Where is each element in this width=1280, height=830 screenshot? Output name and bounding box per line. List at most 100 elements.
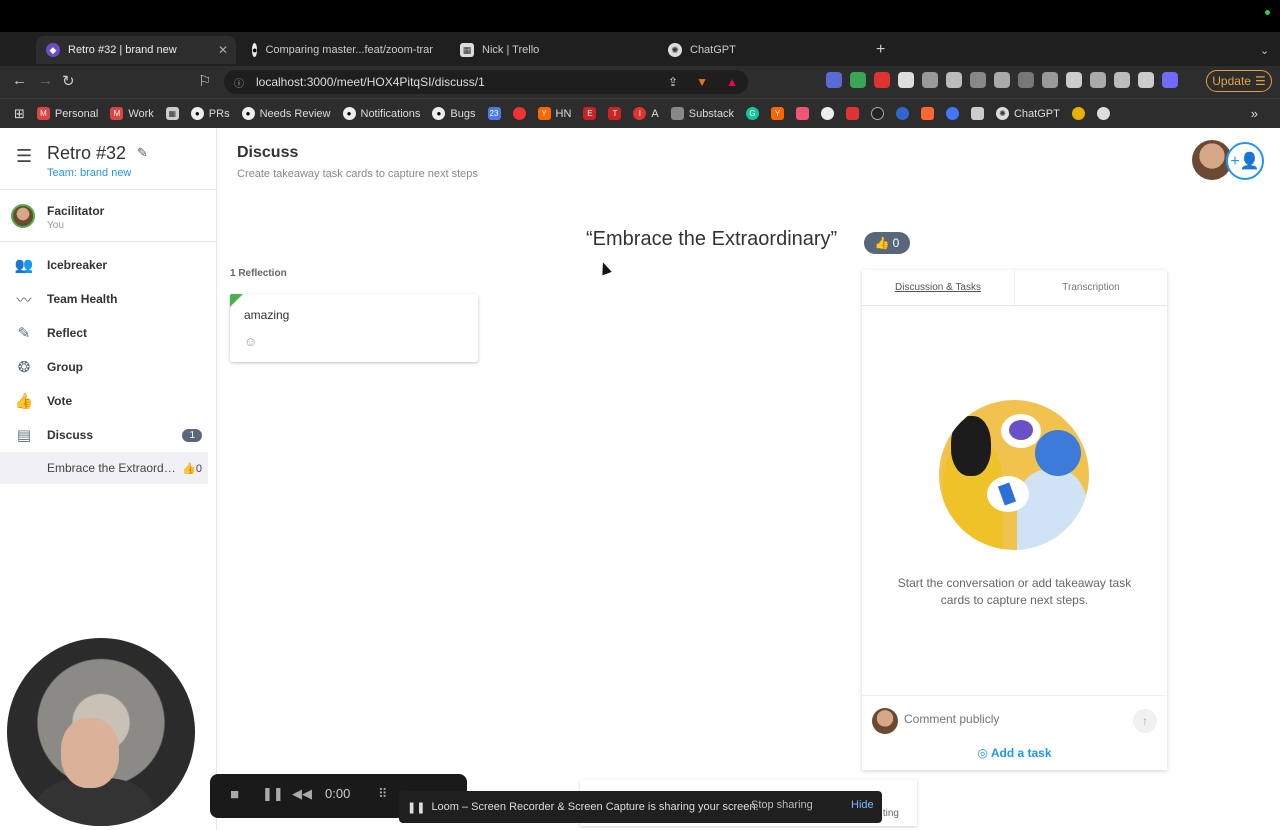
- reflection-card[interactable]: amazing ☺: [230, 294, 478, 362]
- add-teammate-icon[interactable]: +👤: [1226, 142, 1264, 180]
- extension-icon[interactable]: [898, 72, 914, 88]
- tab-discussion-tasks[interactable]: Discussion & Tasks: [862, 270, 1015, 305]
- avatar: [11, 204, 35, 228]
- bookmark-misc[interactable]: [945, 107, 959, 120]
- bookmark-misc[interactable]: [795, 107, 809, 120]
- send-arrow-icon[interactable]: ↑: [1133, 709, 1157, 733]
- extension-icon[interactable]: [1018, 72, 1034, 88]
- vote-count: 0: [892, 236, 900, 250]
- tab-chatgpt[interactable]: ✺ ChatGPT: [658, 36, 858, 64]
- bookmark-misc[interactable]: [970, 107, 984, 120]
- rewind-icon[interactable]: ◀◀: [292, 786, 312, 802]
- site-info-icon[interactable]: ⓘ: [234, 75, 244, 90]
- bookmark-grammarly[interactable]: G: [745, 107, 759, 120]
- bookmark-misc[interactable]: [1071, 107, 1085, 120]
- extension-icon[interactable]: [946, 72, 962, 88]
- sidebar-item-vote[interactable]: 👍 Vote: [0, 384, 216, 418]
- bookmark-misc[interactable]: [845, 107, 859, 120]
- comment-input[interactable]: [904, 712, 1114, 726]
- calendar-bookmark[interactable]: 23: [487, 107, 501, 120]
- stop-sharing-button[interactable]: Stop sharing: [751, 797, 813, 813]
- extension-icon[interactable]: [1138, 72, 1154, 88]
- emoji-icon: [1071, 107, 1085, 120]
- bookmark-misc[interactable]: [1096, 107, 1110, 120]
- bookmark-chatgpt[interactable]: ✺ ChatGPT: [995, 107, 1060, 120]
- share-icon[interactable]: ⇪: [668, 75, 678, 89]
- sidebar-item-reflect[interactable]: ✎ Reflect: [0, 316, 216, 350]
- extension-icon[interactable]: [922, 72, 938, 88]
- tab-github[interactable]: ● Comparing master...feat/zoom-trar: [242, 36, 442, 64]
- bookmark-personal[interactable]: M Personal: [36, 107, 98, 120]
- bookmark-hn[interactable]: Y HN: [537, 107, 571, 120]
- extension-icon[interactable]: [970, 72, 986, 88]
- tab-transcription[interactable]: Transcription: [1015, 270, 1167, 305]
- page-subtitle: Create takeaway task cards to capture ne…: [237, 168, 478, 180]
- brave-rewards-icon[interactable]: ▲: [726, 75, 738, 89]
- extension-icon[interactable]: [1066, 72, 1082, 88]
- reload-icon[interactable]: ↻: [62, 72, 75, 90]
- bookmark-misc[interactable]: [895, 107, 909, 120]
- bookmark-icon[interactable]: ⚐: [198, 72, 211, 90]
- extension-icon[interactable]: [826, 72, 842, 88]
- bookmark-misc[interactable]: [920, 107, 934, 120]
- page-header: Discuss Create takeaway task cards to ca…: [237, 144, 478, 180]
- bookmark-misc[interactable]: [820, 107, 834, 120]
- a-icon: I: [633, 107, 647, 120]
- brave-shield-icon[interactable]: ▼: [696, 75, 708, 89]
- apps-icon[interactable]: ⊞: [14, 106, 25, 122]
- extension-icon[interactable]: [874, 72, 890, 88]
- webcam-bubble[interactable]: [7, 638, 195, 826]
- team-link[interactable]: Team: brand new: [47, 167, 131, 179]
- extension-icon[interactable]: [994, 72, 1010, 88]
- hide-button[interactable]: Hide: [851, 799, 874, 811]
- tab-title: Nick | Trello: [482, 44, 540, 56]
- hamburger-menu-icon[interactable]: ☰: [16, 146, 32, 167]
- tab-trello[interactable]: ▦ Nick | Trello: [450, 36, 650, 64]
- bookmark-a[interactable]: IA: [633, 107, 659, 120]
- bookmark-work[interactable]: M Work: [110, 107, 154, 120]
- bookmark-y[interactable]: Y: [770, 107, 784, 120]
- sidebar-item-icebreaker[interactable]: 👥 Icebreaker: [0, 248, 216, 282]
- bookmark-bugs[interactable]: ● Bugs: [432, 107, 476, 120]
- add-task-label: Add a task: [990, 746, 1052, 760]
- add-reaction-icon[interactable]: ☺: [244, 334, 257, 349]
- edit-icon[interactable]: ✎: [137, 145, 148, 161]
- drag-handle-icon[interactable]: ⠿: [378, 786, 388, 802]
- status-dot: [1265, 10, 1270, 15]
- bookmark-substack[interactable]: Substack: [670, 107, 734, 120]
- tab-list-chevron-icon[interactable]: ⌄: [1250, 36, 1280, 64]
- sidebar-item-team-health[interactable]: 〰 Team Health: [0, 282, 216, 316]
- forward-icon[interactable]: →: [38, 72, 53, 89]
- bookmark-notifications[interactable]: ● Notifications: [342, 107, 420, 120]
- close-icon[interactable]: ✕: [218, 43, 228, 57]
- stop-record-icon[interactable]: ■: [230, 786, 239, 803]
- bookmark-misc[interactable]: [870, 107, 884, 120]
- folder-icon: [670, 107, 684, 120]
- bookmark-icon-red[interactable]: [512, 107, 526, 120]
- bookmark-prs[interactable]: ● PRs: [190, 107, 230, 120]
- extension-icon[interactable]: [850, 72, 866, 88]
- sidebar-item-discuss[interactable]: ▤ Discuss 1: [0, 418, 216, 452]
- extension-icon[interactable]: [1042, 72, 1058, 88]
- back-icon[interactable]: ←: [12, 72, 27, 89]
- bookmark-t[interactable]: T: [608, 107, 622, 120]
- tab-retro[interactable]: ◆ Retro #32 | brand new ✕: [36, 36, 236, 64]
- more-bookmarks-icon[interactable]: »: [1251, 106, 1258, 121]
- bookmark-e[interactable]: E: [583, 107, 597, 120]
- sidebar-subitem-topic[interactable]: Embrace the Extraordinary 👍0: [0, 452, 208, 484]
- extension-icon[interactable]: [1090, 72, 1106, 88]
- comment-row: ↑: [872, 706, 1157, 736]
- pause-icon[interactable]: ❚❚: [262, 786, 284, 802]
- trello-bookmark[interactable]: ▦: [165, 107, 179, 120]
- address-bar[interactable]: ⓘ localhost:3000/meet/HOX4PitqSI/discuss…: [224, 70, 748, 94]
- illustration-hair: [1035, 430, 1081, 476]
- thumbs-icon: 👍: [14, 393, 34, 410]
- add-task-button[interactable]: ◎ Add a task: [862, 746, 1167, 760]
- bookmark-label: A: [651, 107, 659, 120]
- update-button[interactable]: Update ☰: [1206, 70, 1272, 92]
- sidebar-item-group[interactable]: ❂ Group: [0, 350, 216, 384]
- extension-icon[interactable]: [1162, 72, 1178, 88]
- bookmark-needs-review[interactable]: ● Needs Review: [241, 107, 331, 120]
- new-tab-button[interactable]: +: [866, 36, 896, 64]
- extension-icon[interactable]: [1114, 72, 1130, 88]
